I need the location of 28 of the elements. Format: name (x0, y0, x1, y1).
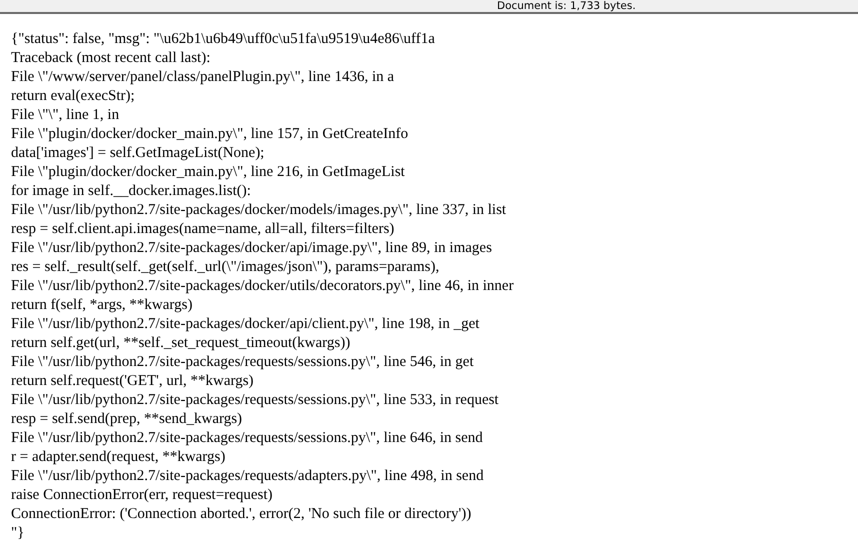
traceback-line: File \"plugin/docker/docker_main.py\", line 216, in GetImageList (11, 163, 405, 182)
traceback-line: res = self._result(self._get(self._url(\"/images/json\"), params=params), (11, 258, 440, 277)
traceback-line: return f(self, *args, **kwargs) (11, 296, 192, 315)
traceback-line: {"status": false, "msg": "\u62b1\u6b49\uff0c\u51fa\u9519\u4e86\uff1a (11, 30, 435, 49)
traceback-line: ConnectionError: ('Connection aborted.', error(2, 'No such file or directory')) (11, 505, 472, 524)
traceback-line: File \"/usr/lib/python2.7/site-packages/requests/sessions.py\", line 646, in send (11, 429, 483, 448)
traceback-line: File \"/usr/lib/python2.7/site-packages/requests/adapters.py\", line 498, in send (11, 467, 484, 486)
traceback-line: return eval(execStr); (11, 87, 135, 106)
traceback-line: File \"/usr/lib/python2.7/site-packages/requests/sessions.py\", line 546, in get (11, 353, 474, 372)
traceback-line: Traceback (most recent call last): (11, 49, 210, 68)
traceback-line: File \"/usr/lib/python2.7/site-packages/docker/api/image.py\", line 89, in images (11, 239, 492, 258)
document-size-text: Document is: 1,733 bytes. (497, 0, 636, 12)
traceback-line: for image in self.__docker.images.list(): (11, 182, 251, 201)
traceback-line: File \"/usr/lib/python2.7/site-packages/docker/utils/decorators.py\", line 46, in inner (11, 277, 514, 296)
traceback-line: File \"/usr/lib/python2.7/site-packages/requests/sessions.py\", line 533, in request (11, 391, 499, 410)
traceback-line: File \"/www/server/panel/class/panelPlugin.py\", line 1436, in a (11, 68, 394, 87)
traceback-line: File \"\", line 1, in (11, 106, 120, 125)
traceback-line: File \"/usr/lib/python2.7/site-packages/docker/models/images.py\", line 337, in list (11, 201, 506, 220)
traceback-line: File \"plugin/docker/docker_main.py\", line 157, in GetCreateInfo (11, 125, 408, 144)
traceback-line: raise ConnectionError(err, request=request) (11, 486, 272, 505)
traceback-line: r = adapter.send(request, **kwargs) (11, 448, 226, 467)
traceback-line: resp = self.client.api.images(name=name, all=all, filters=filters) (11, 220, 394, 239)
traceback-line: return self.request('GET', url, **kwargs) (11, 372, 254, 391)
traceback-line: "} (11, 524, 24, 543)
traceback-line: return self.get(url, **self._set_request_timeout(kwargs)) (11, 334, 350, 353)
traceback-line: resp = self.send(prep, **send_kwargs) (11, 410, 242, 429)
traceback-line: File \"/usr/lib/python2.7/site-packages/docker/api/client.py\", line 198, in _get (11, 315, 480, 334)
traceback-line: data['images'] = self.GetImageList(None); (11, 144, 264, 163)
